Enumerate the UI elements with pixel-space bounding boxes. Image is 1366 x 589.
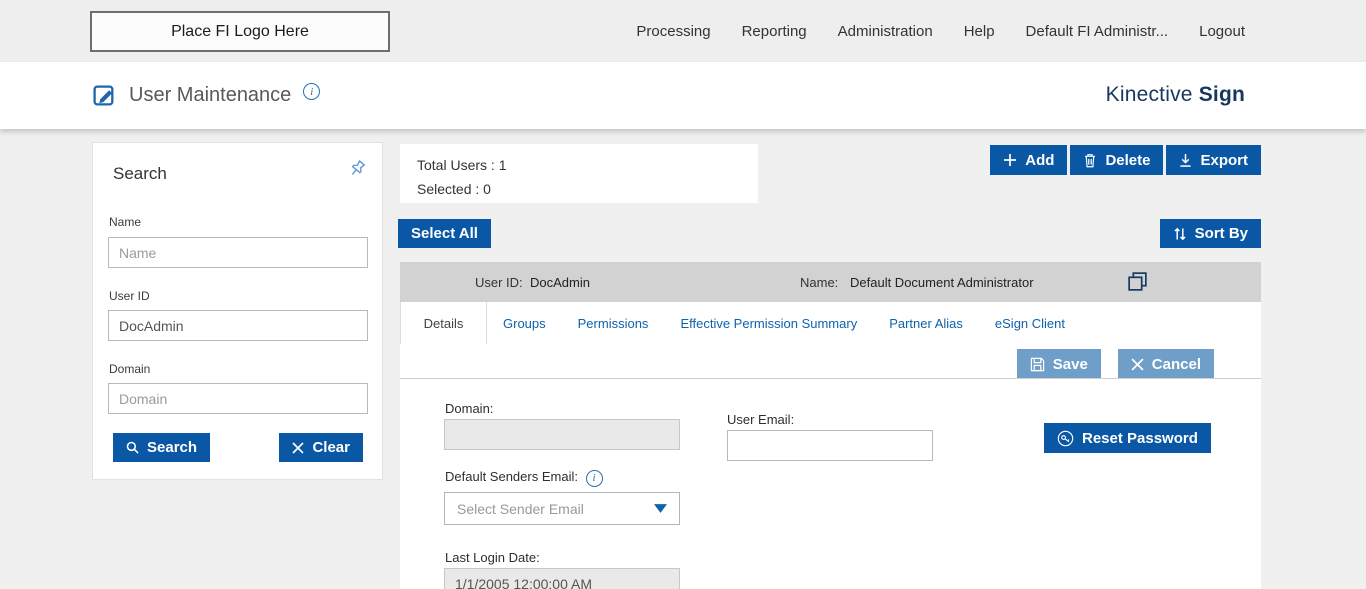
nav-help[interactable]: Help bbox=[964, 23, 995, 40]
search-button[interactable]: Search bbox=[113, 433, 210, 462]
delete-button-label: Delete bbox=[1105, 152, 1150, 169]
select-all-button[interactable]: Select All bbox=[398, 219, 491, 248]
search-panel: Search Name User ID Domain Search Clear bbox=[92, 142, 383, 480]
sort-by-button[interactable]: Sort By bbox=[1160, 219, 1261, 248]
save-disk-icon bbox=[1030, 357, 1045, 372]
brand-logo: Kinective Sign bbox=[1106, 83, 1245, 107]
page-info-icon[interactable]: i bbox=[303, 83, 320, 100]
clear-x-icon bbox=[292, 442, 304, 454]
search-icon bbox=[126, 441, 139, 454]
sender-email-dropdown[interactable]: Select Sender Email bbox=[444, 492, 680, 525]
tab-permissions[interactable]: Permissions bbox=[562, 302, 665, 344]
form-divider bbox=[400, 378, 1261, 379]
reset-password-button[interactable]: Reset Password bbox=[1044, 423, 1211, 453]
cancel-x-icon bbox=[1131, 358, 1144, 371]
userid-input[interactable] bbox=[108, 310, 368, 341]
tab-groups[interactable]: Groups bbox=[487, 302, 562, 344]
search-button-label: Search bbox=[147, 439, 197, 456]
cancel-button[interactable]: Cancel bbox=[1118, 349, 1214, 379]
brand-name-bold: Sign bbox=[1199, 83, 1245, 106]
last-login-readonly-input bbox=[444, 568, 680, 589]
add-button-label: Add bbox=[1025, 152, 1054, 169]
sort-by-label: Sort By bbox=[1195, 225, 1248, 242]
user-email-input[interactable] bbox=[727, 430, 933, 461]
trash-icon bbox=[1083, 153, 1097, 168]
sender-email-dropdown-placeholder: Select Sender Email bbox=[457, 501, 584, 517]
copy-icon[interactable] bbox=[1126, 270, 1149, 296]
detail-panel: Details Groups Permissions Effective Per… bbox=[400, 302, 1261, 589]
domain-field-label: Domain bbox=[109, 362, 150, 376]
senders-email-info-icon[interactable]: i bbox=[586, 470, 603, 487]
title-bar: User Maintenance i Kinective Sign bbox=[0, 62, 1366, 129]
search-panel-title: Search bbox=[113, 164, 167, 184]
user-name-value: Default Document Administrator bbox=[850, 275, 1034, 290]
key-circle-icon bbox=[1057, 430, 1074, 447]
name-input[interactable] bbox=[108, 237, 368, 268]
reset-password-label: Reset Password bbox=[1082, 430, 1198, 447]
user-id-value: DocAdmin bbox=[530, 275, 590, 290]
default-senders-email-label-text: Default Senders Email: bbox=[445, 469, 578, 484]
tab-partner-alias[interactable]: Partner Alias bbox=[873, 302, 979, 344]
tab-esign-client[interactable]: eSign Client bbox=[979, 302, 1081, 344]
export-button-label: Export bbox=[1200, 152, 1248, 169]
top-navigation: Processing Reporting Administration Help… bbox=[636, 0, 1245, 62]
selected-count-text: Selected : 0 bbox=[417, 177, 741, 201]
save-button[interactable]: Save bbox=[1017, 349, 1101, 379]
fi-logo-placeholder: Place FI Logo Here bbox=[90, 11, 390, 52]
add-button[interactable]: Add bbox=[990, 145, 1067, 175]
clear-button-label: Clear bbox=[312, 439, 350, 456]
user-email-label: User Email: bbox=[727, 412, 794, 427]
user-maintenance-icon bbox=[92, 83, 117, 108]
nav-administration[interactable]: Administration bbox=[838, 23, 933, 40]
user-name-label: Name: bbox=[800, 275, 838, 290]
save-button-label: Save bbox=[1053, 356, 1088, 373]
top-bar: Place FI Logo Here Processing Reporting … bbox=[0, 0, 1366, 62]
domain-readonly-input bbox=[444, 419, 680, 450]
nav-logout[interactable]: Logout bbox=[1199, 23, 1245, 40]
delete-button[interactable]: Delete bbox=[1070, 145, 1163, 175]
domain-form-label: Domain: bbox=[445, 401, 493, 416]
userid-field-label: User ID bbox=[109, 289, 150, 303]
fi-logo-text: Place FI Logo Here bbox=[171, 23, 309, 41]
record-actions: Add Delete Export bbox=[990, 145, 1261, 175]
export-button[interactable]: Export bbox=[1166, 145, 1261, 175]
plus-icon bbox=[1003, 153, 1017, 167]
download-icon bbox=[1179, 153, 1192, 168]
nav-reporting[interactable]: Reporting bbox=[742, 23, 807, 40]
clear-button[interactable]: Clear bbox=[279, 433, 363, 462]
nav-processing[interactable]: Processing bbox=[636, 23, 710, 40]
sort-arrows-icon bbox=[1173, 227, 1187, 241]
tab-details[interactable]: Details bbox=[400, 302, 487, 344]
default-senders-email-label: Default Senders Email: i bbox=[445, 469, 603, 487]
summary-card: Total Users : 1 Selected : 0 bbox=[400, 144, 758, 203]
pin-icon[interactable] bbox=[339, 153, 372, 186]
detail-tabs: Details Groups Permissions Effective Per… bbox=[400, 302, 1261, 344]
name-field-label: Name bbox=[109, 215, 141, 229]
nav-current-user[interactable]: Default FI Administr... bbox=[1026, 23, 1169, 40]
domain-input[interactable] bbox=[108, 383, 368, 414]
tab-effective-permission-summary[interactable]: Effective Permission Summary bbox=[664, 302, 873, 344]
user-id-label: User ID: bbox=[475, 275, 523, 290]
brand-name-regular: Kinective bbox=[1106, 83, 1193, 106]
chevron-down-icon bbox=[654, 504, 667, 513]
total-users-text: Total Users : 1 bbox=[417, 153, 741, 177]
user-header-row[interactable]: User ID: DocAdmin Name: Default Document… bbox=[400, 262, 1261, 302]
last-login-label: Last Login Date: bbox=[445, 550, 540, 565]
cancel-button-label: Cancel bbox=[1152, 356, 1201, 373]
select-all-label: Select All bbox=[411, 225, 478, 242]
page-title: User Maintenance bbox=[129, 84, 291, 107]
form-actions: Save Cancel bbox=[1017, 349, 1214, 379]
